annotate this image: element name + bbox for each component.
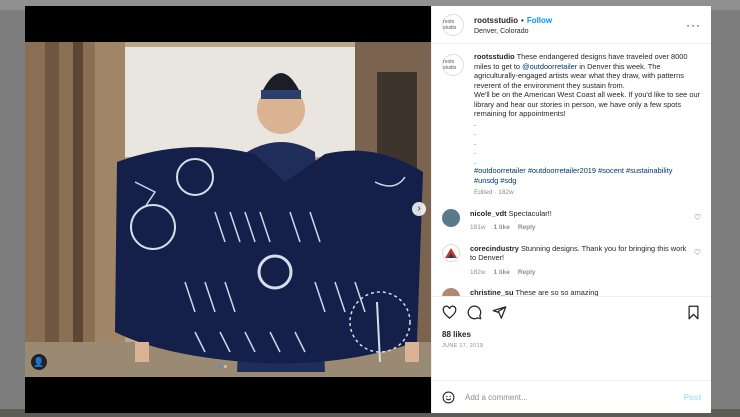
comment-username[interactable]: nicole_vdt bbox=[470, 209, 507, 218]
likes-count[interactable]: 88 likes bbox=[442, 330, 701, 339]
next-image-button[interactable]: › bbox=[412, 202, 426, 216]
more-options-icon[interactable]: ··· bbox=[686, 18, 701, 32]
caption-avatar[interactable]: roots studio bbox=[442, 54, 464, 76]
bookmark-icon[interactable] bbox=[686, 305, 701, 320]
post-modal: › 👤 roots studio rootsstudio • Follow Denv… bbox=[25, 6, 711, 413]
comment-like-icon[interactable]: ♡ bbox=[694, 213, 701, 222]
caption-dot: . bbox=[474, 128, 477, 137]
caption-mention[interactable]: @outdoorretailer bbox=[522, 62, 577, 71]
heart-icon[interactable] bbox=[442, 305, 457, 320]
comment-time[interactable]: 181w bbox=[470, 224, 486, 231]
add-comment-bar: Post bbox=[432, 380, 711, 413]
comments-list: roots studio rootsstudio These endangere… bbox=[432, 44, 711, 296]
comment-icon[interactable] bbox=[467, 305, 482, 320]
emoji-icon[interactable] bbox=[442, 391, 455, 404]
post-sidebar: roots studio rootsstudio • Follow Denver, … bbox=[431, 6, 711, 413]
comment-username[interactable]: corecindustry bbox=[470, 244, 519, 253]
caption-hashtags[interactable]: #outdoorretailer #outdoorretailer2019 #s… bbox=[474, 166, 701, 176]
comment-avatar[interactable] bbox=[442, 288, 460, 296]
caption-text: We'll be on the American West Coast all … bbox=[474, 90, 701, 118]
comment-text: Spectacular!! bbox=[508, 208, 552, 218]
carousel-dot bbox=[224, 365, 227, 368]
comment-item: christine_su These are so so amazing bbox=[442, 288, 701, 296]
carousel-dot bbox=[218, 365, 221, 368]
comment-item: corecindustry Stunning designs. Thank yo… bbox=[442, 243, 701, 278]
tagged-users-icon[interactable]: 👤 bbox=[31, 354, 47, 370]
post-username[interactable]: rootsstudio bbox=[474, 16, 518, 25]
caption-dot: . bbox=[474, 118, 477, 128]
post-header: roots studio rootsstudio • Follow Denver, … bbox=[432, 6, 711, 44]
reply-button[interactable]: Reply bbox=[518, 269, 536, 276]
caption-hashtags[interactable]: #unsdg #sdg bbox=[474, 176, 701, 186]
comment-username[interactable]: christine_su bbox=[470, 288, 514, 296]
post-photo bbox=[25, 42, 431, 377]
comment-avatar[interactable] bbox=[442, 208, 460, 227]
post-caption: roots studio rootsstudio These endangere… bbox=[442, 52, 701, 198]
carousel-indicator bbox=[218, 365, 227, 368]
post-actions: 88 likes JUNE 17, 2019 bbox=[432, 296, 711, 380]
share-icon[interactable] bbox=[492, 305, 507, 320]
post-location[interactable]: Denver, Colorado bbox=[474, 26, 552, 37]
reply-button[interactable]: Reply bbox=[518, 224, 536, 231]
post-date: JUNE 17, 2019 bbox=[442, 343, 484, 349]
post-comment-button[interactable]: Post bbox=[684, 393, 701, 402]
comment-text: These are so so amazing bbox=[515, 288, 599, 296]
comment-like-icon[interactable]: ♡ bbox=[694, 248, 701, 257]
separator: • bbox=[521, 15, 524, 25]
comment-time[interactable]: 182w bbox=[470, 269, 486, 276]
avatar[interactable]: roots studio bbox=[442, 13, 464, 36]
comment-avatar[interactable] bbox=[442, 243, 460, 262]
comment-input[interactable] bbox=[465, 392, 684, 402]
caption-username[interactable]: rootsstudio bbox=[474, 52, 515, 61]
caption-meta: Edited · 182w bbox=[474, 189, 514, 196]
post-media: › 👤 bbox=[25, 6, 431, 413]
caption-dot: . bbox=[474, 147, 477, 156]
comment-item: nicole_vdt Spectacular!! 181w 1 like Reply… bbox=[442, 208, 701, 233]
caption-dot: . bbox=[474, 156, 477, 166]
comment-likes[interactable]: 1 like bbox=[494, 224, 510, 231]
comment-likes[interactable]: 1 like bbox=[494, 269, 510, 276]
caption-dot: . bbox=[474, 137, 477, 147]
corec-logo-icon bbox=[445, 247, 457, 258]
follow-button[interactable]: Follow bbox=[527, 16, 552, 25]
